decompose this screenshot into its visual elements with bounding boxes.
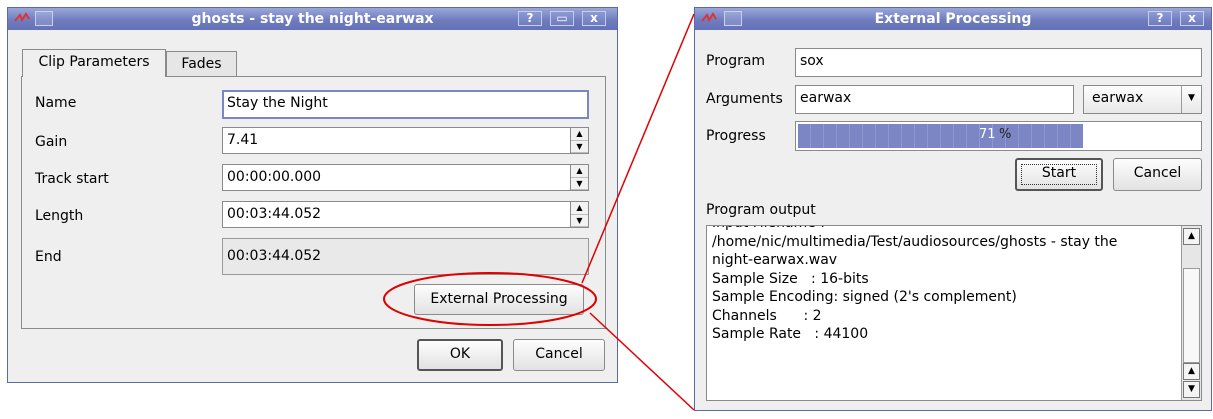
progress-label: Progress: [706, 128, 766, 144]
cancel-button[interactable]: Cancel: [1113, 158, 1202, 191]
chevron-down-icon[interactable]: ▼: [571, 215, 588, 227]
tab-clip-parameters[interactable]: Clip Parameters: [22, 49, 166, 77]
close-icon[interactable]: x: [582, 11, 606, 26]
chevron-up-icon[interactable]: ▲: [1183, 363, 1200, 380]
clip-dialog-titlebar[interactable]: ghosts - stay the night-earwax ? ▭ x: [8, 8, 617, 30]
chevron-down-icon[interactable]: ▼: [571, 141, 588, 153]
arguments-preset-select[interactable]: earwax ▼: [1083, 85, 1202, 114]
chevron-up-icon[interactable]: ▲: [1183, 228, 1200, 245]
external-processing-title: External Processing: [874, 11, 1032, 27]
output-line: Channels : 2: [712, 307, 822, 324]
chevron-down-icon[interactable]: ▼: [1181, 86, 1201, 113]
help-icon[interactable]: ?: [518, 11, 542, 26]
track-start-label: Track start: [35, 171, 109, 187]
close-icon[interactable]: x: [1180, 11, 1204, 26]
gain-stepper[interactable]: ▲ ▼: [570, 128, 588, 153]
program-input[interactable]: sox: [795, 48, 1202, 77]
preset-selected: earwax: [1092, 90, 1144, 106]
output-line: Sample Rate : 44100: [712, 326, 869, 342]
external-processing-dialog: External Processing ? x Program sox Argu…: [694, 7, 1212, 411]
length-label: Length: [35, 208, 84, 224]
program-output-label: Program output: [706, 202, 816, 218]
help-icon[interactable]: ?: [1148, 11, 1172, 26]
progress-fill: [798, 124, 1083, 148]
end-label: End: [35, 249, 62, 265]
cancel-button[interactable]: Cancel: [513, 339, 605, 371]
chevron-up-icon[interactable]: ▲: [571, 202, 588, 215]
arguments-input[interactable]: earwax: [795, 85, 1074, 114]
gain-value: 7.41: [227, 132, 259, 148]
external-processing-button[interactable]: External Processing: [414, 284, 584, 315]
track-start-spinbox[interactable]: 00:00:00.000 ▲ ▼: [222, 164, 589, 191]
output-line: Input Filename :: [712, 226, 1177, 233]
start-button[interactable]: Start: [1015, 158, 1103, 191]
program-label: Program: [706, 53, 766, 69]
chevron-up-icon[interactable]: ▲: [571, 165, 588, 178]
ok-button[interactable]: OK: [417, 339, 503, 371]
output-line: Sample Size : 16-bits: [712, 270, 869, 287]
tab-fades[interactable]: Fades: [166, 51, 237, 77]
length-spinbox[interactable]: 00:03:44.052 ▲ ▼: [222, 201, 589, 228]
output-line: Sample Encoding: signed (2's complement): [712, 289, 1017, 305]
output-line: night-earwax.wav: [712, 252, 838, 268]
chevron-down-icon[interactable]: ▼: [571, 178, 588, 190]
progress-bar: 71 %: [795, 121, 1202, 151]
output-scrollbar[interactable]: ▲ ▲ ▼: [1181, 226, 1201, 400]
maximize-icon[interactable]: ▭: [550, 11, 574, 26]
chevron-up-icon[interactable]: ▲: [571, 128, 588, 141]
name-label: Name: [35, 95, 77, 111]
program-output-lines: Input Filename :/home/nic/multimedia/Tes…: [712, 226, 1177, 344]
external-processing-titlebar[interactable]: External Processing ? x: [695, 8, 1211, 30]
output-line: /home/nic/multimedia/Test/audiosources/g…: [712, 233, 1118, 250]
track-start-value: 00:00:00.000: [227, 169, 322, 185]
track-start-stepper[interactable]: ▲ ▼: [570, 165, 588, 190]
output-scrollbar-thumb[interactable]: [1183, 268, 1200, 363]
length-value: 00:03:44.052: [227, 206, 322, 222]
arguments-label: Arguments: [706, 91, 783, 107]
program-output-textarea[interactable]: Input Filename :/home/nic/multimedia/Tes…: [706, 225, 1202, 401]
progress-percent-sign: %: [999, 127, 1012, 142]
gain-spinbox[interactable]: 7.41 ▲ ▼: [222, 127, 589, 154]
clip-dialog: ghosts - stay the night-earwax ? ▭ x Cli…: [7, 7, 618, 383]
length-stepper[interactable]: ▲ ▼: [570, 202, 588, 227]
end-readonly-field: 00:03:44.052: [222, 238, 589, 275]
gain-label: Gain: [35, 134, 68, 150]
name-input[interactable]: Stay the Night: [222, 90, 589, 119]
start-focus-ring: [1021, 164, 1097, 185]
progress-number: 71: [979, 127, 996, 142]
chevron-down-icon[interactable]: ▼: [1183, 381, 1200, 398]
